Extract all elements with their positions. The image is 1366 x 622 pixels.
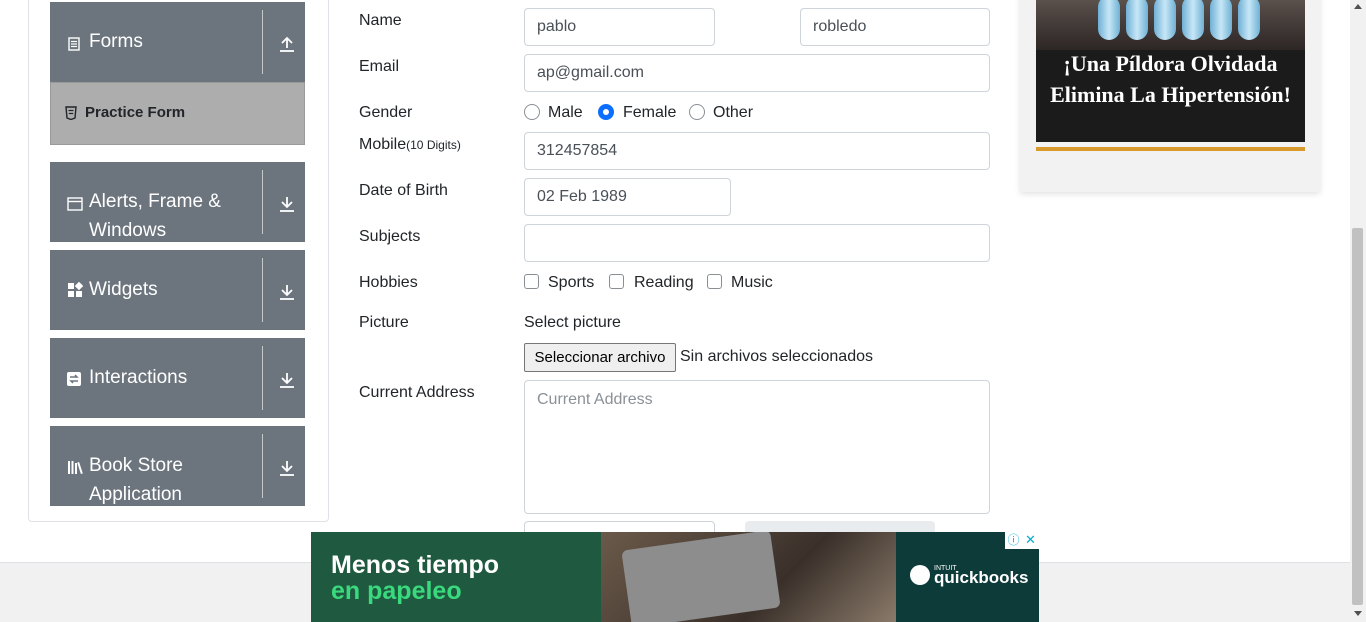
- sidebar-group-label: Book Store: [89, 455, 183, 476]
- arrow-up-icon[interactable]: [278, 35, 296, 53]
- sidebar-group-interactions[interactable]: Interactions: [50, 338, 305, 418]
- divider: [262, 10, 263, 74]
- current-address-textarea[interactable]: Current Address: [524, 380, 990, 514]
- pill-shape: [1154, 0, 1176, 40]
- dob-label: Date of Birth: [359, 182, 448, 199]
- swap-icon: [67, 372, 81, 386]
- sidebar-group-label: Forms: [89, 31, 143, 52]
- ad-headline: ¡Una Píldora Olvidada Elimina La Hiperte…: [1050, 51, 1291, 107]
- gender-label: Gender: [359, 104, 413, 121]
- pill-shape: [1210, 0, 1232, 40]
- ad-image: ¡Una Píldora Olvidada Elimina La Hiperte…: [1036, 0, 1305, 142]
- quickbooks-logo-icon: [910, 565, 930, 585]
- pill-shape: [1238, 0, 1260, 40]
- hobbies-label: Hobbies: [359, 274, 418, 291]
- choose-file-button[interactable]: Seleccionar archivo: [524, 343, 676, 372]
- sidebar-item-label: Practice Form: [85, 104, 186, 121]
- sidebar-group-forms[interactable]: Forms: [50, 2, 305, 82]
- gender-female-label[interactable]: Female: [623, 104, 676, 122]
- ad-banner-bottom[interactable]: Menos tiempo en papeleo INTUIT quickbook…: [311, 532, 1039, 622]
- email-input[interactable]: ap@gmail.com: [524, 54, 990, 92]
- divider: [262, 170, 263, 234]
- gender-male-label[interactable]: Male: [548, 104, 583, 122]
- file-status: Sin archivos seleccionados: [680, 348, 873, 365]
- mobile-hint: (10 Digits): [406, 138, 461, 152]
- sidebar-item-practice-form[interactable]: Practice Form: [50, 82, 305, 145]
- subjects-input[interactable]: [524, 224, 990, 262]
- scrollbar-thumb[interactable]: [1352, 228, 1363, 605]
- pill-shape: [1182, 0, 1204, 40]
- gender-other-radio[interactable]: [689, 104, 705, 120]
- ad-banner-right[interactable]: ¡Una Píldora Olvidada Elimina La Hiperte…: [1020, 0, 1320, 192]
- divider: [262, 434, 263, 498]
- picture-prompt: Select picture: [524, 314, 621, 331]
- sidebar-group-alerts[interactable]: Alerts, Frame & Windows: [50, 162, 305, 242]
- sidebar-group-label: Alerts, Frame &: [89, 191, 221, 212]
- mobile-label-text: Mobile: [359, 136, 407, 153]
- first-name-input[interactable]: pablo: [524, 8, 715, 46]
- window-icon: [67, 197, 83, 211]
- mobile-input[interactable]: 312457854: [524, 132, 990, 170]
- divider: [262, 258, 263, 322]
- arrow-down-icon[interactable]: [278, 371, 296, 389]
- arrow-down-icon[interactable]: [278, 283, 296, 301]
- hobby-music-label[interactable]: Music: [731, 274, 773, 292]
- gender-male-radio[interactable]: [524, 104, 540, 120]
- picture-label: Picture: [359, 314, 409, 331]
- sidebar-group-widgets[interactable]: Widgets: [50, 250, 305, 330]
- ad-accent-bar: [1036, 147, 1305, 151]
- hobby-sports-label[interactable]: Sports: [548, 274, 594, 292]
- ad-brand-name: quickbooks: [934, 568, 1029, 587]
- dob-input[interactable]: 02 Feb 1989: [524, 178, 731, 216]
- hobby-music-checkbox[interactable]: [707, 274, 722, 289]
- ad-headline-line1: Menos tiempo: [331, 551, 500, 579]
- sidebar-group-label-line2: Windows: [89, 220, 167, 241]
- pill-shape: [1126, 0, 1148, 40]
- scroll-down-icon[interactable]: [1354, 611, 1362, 616]
- sidebar-group-label: Interactions: [89, 367, 188, 388]
- current-address-label: Current Address: [359, 384, 475, 401]
- books-icon: [68, 461, 83, 475]
- sidebar-group-label: Widgets: [89, 279, 158, 300]
- email-label: Email: [359, 58, 400, 75]
- ad-info-icon[interactable]: ⓘ: [1005, 532, 1022, 549]
- subjects-label: Subjects: [359, 228, 421, 245]
- last-name-input[interactable]: robledo: [800, 8, 990, 46]
- gender-other-label[interactable]: Other: [713, 104, 753, 122]
- divider: [262, 346, 263, 410]
- gender-female-radio[interactable]: [598, 104, 614, 120]
- arrow-down-icon[interactable]: [278, 195, 296, 213]
- practice-form-page: Forms Practice Form Alerts, Frame & Wind…: [0, 0, 1366, 622]
- sidebar-group-label-line2: Application: [89, 484, 182, 505]
- ad-close-icon[interactable]: ✕: [1022, 532, 1039, 549]
- pill-shape: [1098, 0, 1120, 40]
- html5-icon: [65, 106, 77, 120]
- ad-headline-line2: en papeleo: [331, 577, 462, 605]
- scroll-up-icon[interactable]: [1354, 4, 1362, 9]
- sidebar: Forms Practice Form Alerts, Frame & Wind…: [28, 0, 329, 522]
- grid-icon: [68, 282, 83, 297]
- hobby-reading-checkbox[interactable]: [609, 274, 624, 289]
- hobby-reading-label[interactable]: Reading: [634, 274, 694, 292]
- name-label: Name: [359, 12, 402, 29]
- hobby-sports-checkbox[interactable]: [524, 274, 539, 289]
- sidebar-group-book-store[interactable]: Book Store Application: [50, 426, 305, 506]
- document-icon: [68, 37, 80, 51]
- scrollbar[interactable]: [1350, 0, 1366, 622]
- mobile-label: Mobile(10 Digits): [359, 136, 461, 154]
- arrow-down-icon[interactable]: [278, 459, 296, 477]
